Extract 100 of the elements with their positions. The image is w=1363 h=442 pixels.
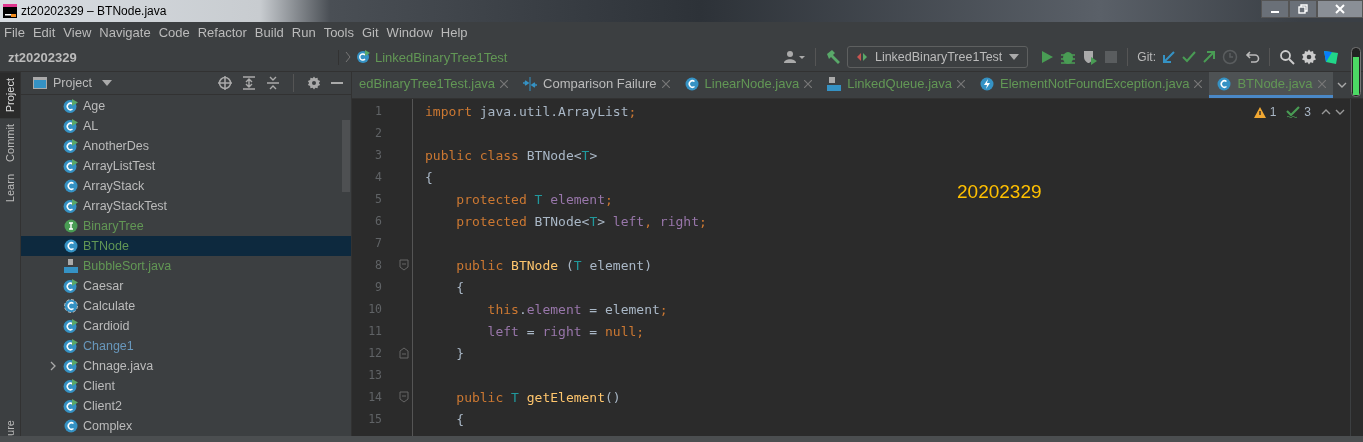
close-icon[interactable]: [500, 79, 509, 88]
code-line: public BTNode (T element): [455, 257, 652, 273]
scrollbar[interactable]: [342, 120, 350, 192]
class-icon: [63, 98, 79, 114]
close-button[interactable]: [1317, 0, 1363, 18]
line-number: 10: [367, 302, 382, 316]
class-icon: [63, 358, 79, 374]
tree-item[interactable]: ArrayStack: [21, 176, 351, 196]
memory-indicator-icon[interactable]: [1351, 47, 1361, 97]
warning-icon[interactable]: [1253, 106, 1266, 118]
run-icon[interactable]: [1040, 50, 1055, 64]
chevron-icon[interactable]: [50, 361, 56, 371]
tree-item[interactable]: Chnage.java: [21, 356, 351, 376]
fold-icon[interactable]: [399, 259, 409, 271]
menu-item[interactable]: Navigate: [99, 25, 151, 40]
settings-icon[interactable]: [307, 76, 321, 90]
tool-window-tab[interactable]: Project: [0, 72, 20, 119]
close-icon[interactable]: [804, 79, 813, 88]
hammer-icon[interactable]: [824, 49, 841, 65]
close-icon[interactable]: [1194, 79, 1203, 88]
tree-item[interactable]: BubbleSort.java: [21, 256, 351, 276]
restore-icon: [1298, 4, 1308, 14]
class-icon: [1216, 75, 1233, 92]
class-icon: [63, 298, 79, 314]
line-number: 9: [374, 280, 382, 294]
shield-run-icon[interactable]: [1082, 49, 1099, 65]
fold-icon[interactable]: [399, 347, 409, 359]
arrow-up-right-icon[interactable]: [1202, 50, 1216, 64]
line-number: 3: [374, 148, 382, 162]
caret-icon[interactable]: [101, 80, 112, 86]
menu-item[interactable]: Git: [362, 25, 379, 40]
breadcrumb-item[interactable]: zt20202329: [8, 49, 339, 65]
class-icon: [63, 378, 79, 394]
editor-tab[interactable]: LinkedQueue.java: [819, 72, 973, 98]
tree-item[interactable]: Age: [21, 96, 351, 116]
crosshair-icon[interactable]: [218, 76, 232, 90]
code-line: }: [455, 345, 465, 361]
collapse-all-icon[interactable]: [266, 76, 280, 90]
tree-item[interactable]: AnotherDes: [21, 136, 351, 156]
warning-count[interactable]: 1: [1269, 105, 1277, 119]
arrow-down-left-icon[interactable]: [1162, 50, 1176, 64]
close-icon[interactable]: [661, 79, 670, 88]
line-number: 7: [374, 236, 382, 250]
undo-icon[interactable]: [1244, 49, 1260, 65]
menu-item[interactable]: Run: [291, 25, 316, 40]
close-icon[interactable]: [957, 79, 966, 88]
tree-item[interactable]: ArrayStackTest: [21, 196, 351, 216]
tree-item[interactable]: ArrayListTest: [21, 156, 351, 176]
fold-icon[interactable]: [399, 391, 409, 403]
menu-item[interactable]: Help: [440, 25, 468, 40]
code-line: {: [455, 279, 465, 295]
window-title: zt20202329 – BTNode.java: [21, 4, 167, 18]
menu-item[interactable]: File: [4, 25, 25, 40]
arrow-down-icon[interactable]: [1335, 109, 1345, 115]
editor-tab[interactable]: edBinaryTree1Test.java: [352, 72, 516, 98]
tree-item[interactable]: Cardioid: [21, 316, 351, 336]
class-icon: [63, 138, 79, 154]
restore-button[interactable]: [1289, 0, 1317, 18]
menu-item[interactable]: Edit: [32, 25, 56, 40]
app-logo-icon[interactable]: [1323, 49, 1339, 65]
tool-window-tab[interactable]: Commit: [0, 118, 20, 169]
tree-item[interactable]: BinaryTree: [21, 216, 351, 236]
tree-item[interactable]: Calculate: [21, 296, 351, 316]
menu-item[interactable]: Code: [158, 25, 190, 40]
run-configuration-dropdown[interactable]: LinkedBinaryTree1Test: [846, 46, 1029, 68]
arrow-up-icon[interactable]: [1321, 109, 1331, 115]
tree-item[interactable]: BTNode: [21, 236, 351, 256]
class-icon: [63, 198, 79, 214]
chevron-down-icon[interactable]: [1337, 82, 1347, 88]
panel-title[interactable]: Project: [53, 76, 92, 90]
bug-icon[interactable]: [1060, 49, 1077, 65]
check-icon[interactable]: [1286, 106, 1301, 118]
class-icon: [63, 178, 79, 194]
menu-item[interactable]: Build: [254, 25, 284, 40]
menu-item[interactable]: Refactor: [197, 25, 247, 40]
breadcrumb-item[interactable]: LinkedBinaryTree1Test: [375, 49, 508, 65]
check-icon[interactable]: [1182, 50, 1196, 64]
class-icon: [683, 75, 700, 92]
tree-item[interactable]: Client: [21, 376, 351, 396]
minimize-icon: [1271, 11, 1279, 13]
tree-item[interactable]: Change1: [21, 336, 351, 356]
tree-item[interactable]: Client2: [21, 396, 351, 416]
minimize-button[interactable]: [1261, 0, 1289, 18]
editor-tab[interactable]: Comparison Failure: [515, 72, 677, 98]
menu-item[interactable]: Window: [386, 25, 433, 40]
menu-item[interactable]: Tools: [323, 25, 354, 40]
user-icon[interactable]: [783, 50, 806, 64]
tool-window-tab[interactable]: Learn: [0, 168, 20, 209]
tree-item[interactable]: AL: [21, 116, 351, 136]
settings-icon[interactable]: [1301, 49, 1317, 65]
editor-tab[interactable]: LinearNode.java: [676, 72, 820, 98]
search-icon[interactable]: [1279, 49, 1295, 65]
tree-item[interactable]: Complex: [21, 416, 351, 436]
menu-item[interactable]: View: [63, 25, 92, 40]
tool-window-tab[interactable]: ure: [0, 420, 20, 436]
expand-all-icon[interactable]: [242, 76, 256, 90]
typo-count[interactable]: 3: [1304, 105, 1311, 119]
tree-item[interactable]: Caesar: [21, 276, 351, 296]
editor-tab[interactable]: ElementNotFoundException.java: [972, 72, 1210, 98]
class-icon: [63, 238, 79, 254]
